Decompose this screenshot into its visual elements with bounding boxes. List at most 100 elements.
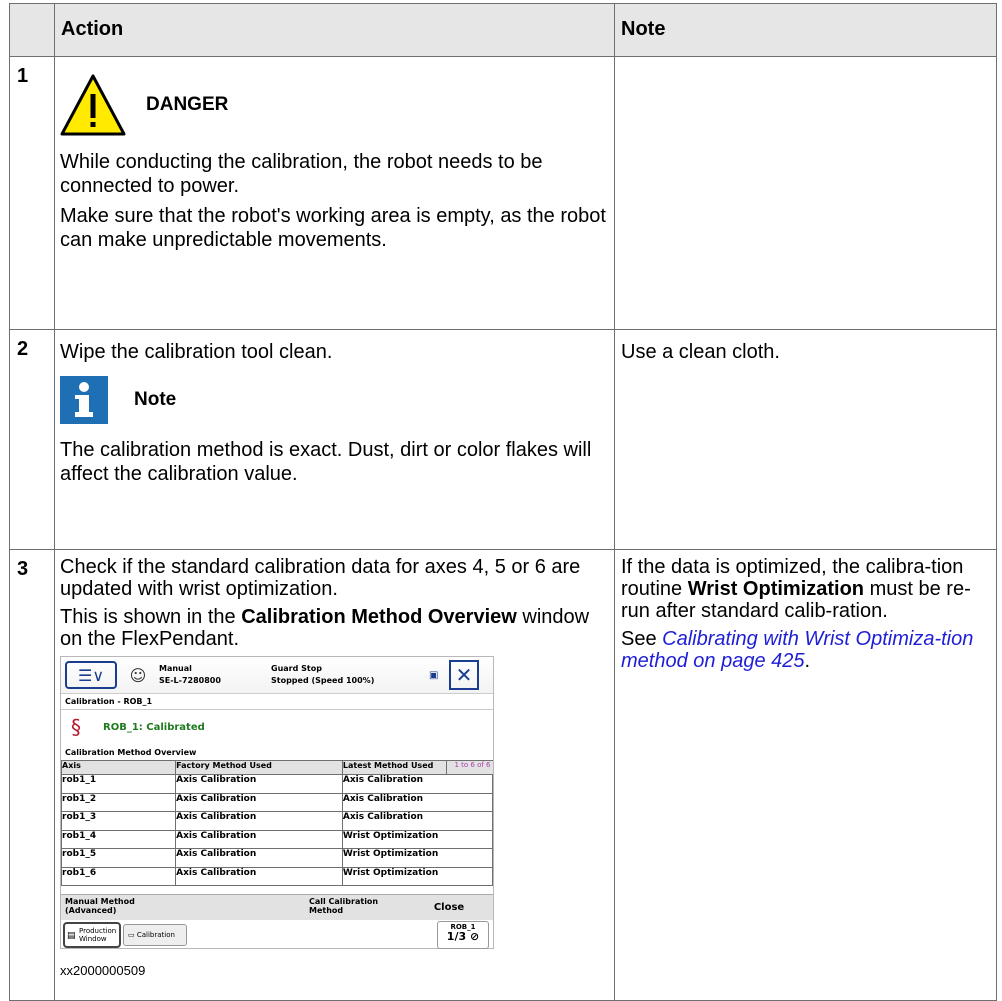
button-label: (Advanced) [65, 906, 117, 915]
step-action: Check if the standard calibration data f… [54, 549, 615, 1001]
fp-status-label: ROB_1: Calibrated [103, 721, 205, 733]
calibration-icon: ▭ [128, 931, 137, 939]
factory-cell: Axis Calibration [175, 811, 343, 831]
latest-cell: Axis Calibration [341, 792, 494, 812]
event-log-icon: ☺ [129, 665, 147, 685]
step-note: If the data is optimized, the calibra-ti… [614, 549, 997, 1001]
fp-mode: Manual SE-L-7280800 [159, 663, 255, 687]
button-label: Call Calibration [309, 897, 379, 906]
danger-label: DANGER [146, 93, 229, 115]
table-row: rob1_5 Axis Calibration Wrist Optimization [60, 848, 494, 868]
close-button: Close [433, 902, 465, 913]
step-text-2: This is shown in the Calibration Method … [60, 606, 608, 650]
table-row: rob1_4 Axis Calibration Wrist Optimization [60, 829, 494, 849]
quickset-icon: ⊘ [469, 930, 480, 943]
info-icon [60, 376, 108, 424]
fp-title-bar: ☰∨ ☺ Manual SE-L-7280800 Guard Stop Stop… [61, 657, 493, 694]
step-row-2: 2 Wipe the calibration tool clean. Note … [9, 329, 997, 550]
table-row: rob1_1 Axis Calibration Axis Calibration [60, 774, 494, 794]
warning-icon [60, 74, 126, 135]
danger-text-1: While conducting the calibration, the ro… [60, 151, 543, 197]
fp-status: § ROB_1: Calibrated [61, 710, 493, 744]
step-row-3: 3 Check if the standard calibration data… [9, 549, 997, 1001]
factory-cell: Axis Calibration [175, 792, 343, 812]
status-icon: ▣ [429, 669, 439, 681]
header-number [9, 3, 55, 57]
task-fraction-label: 1/3 [446, 930, 467, 943]
task-label: Calibration [136, 931, 175, 939]
fp-col-latest: Latest Method Used [341, 760, 447, 775]
note-text-1: If the data is optimized, the calibra-ti… [621, 556, 988, 622]
table-row: rob1_2 Axis Calibration Axis Calibration [60, 792, 494, 812]
fp-mode-label: Manual [159, 664, 192, 673]
axis-cell: rob1_4 [60, 829, 177, 849]
table-row: rob1_6 Axis Calibration Wrist Optimization [60, 866, 494, 886]
factory-cell: Axis Calibration [175, 774, 343, 794]
step-note: Use a clean cloth. [614, 329, 997, 550]
step-action: Wipe the calibration tool clean. Note Th… [54, 329, 615, 550]
step-action: DANGER While conducting the calibration,… [54, 56, 615, 330]
task-label: Production [79, 927, 117, 935]
fp-command-bar: Manual Method (Advanced) Call Calibration… [61, 894, 493, 920]
table-row: rob1_3 Axis Calibration Axis Calibration [60, 811, 494, 831]
axis-cell: rob1_6 [60, 866, 177, 886]
call-calibration-button: Call Calibration Method [279, 895, 409, 920]
danger-text-2: Make sure that the robot's working area … [60, 205, 606, 251]
axis-cell: rob1_1 [60, 774, 177, 794]
fp-axis-table: Axis Factory Method Used Latest Method U… [60, 760, 494, 886]
flexpendant-screenshot: ☰∨ ☺ Manual SE-L-7280800 Guard Stop Stop… [60, 656, 494, 949]
button-label: Manual Method [65, 897, 135, 906]
fp-controller-label: SE-L-7280800 [159, 676, 221, 685]
latest-cell: Axis Calibration [341, 774, 494, 794]
manual-method-button: Manual Method (Advanced) [61, 895, 279, 920]
fp-col-factory: Factory Method Used [175, 760, 343, 775]
fp-state: Guard Stop Stopped (Speed 100%) [271, 663, 421, 687]
note-label: Note [134, 389, 177, 410]
fp-taskbar: ▤ Production Window ▭ Calibration ROB_1 … [61, 920, 493, 950]
latest-cell: Wrist Optimization [341, 866, 494, 886]
text-run: This is shown in the [60, 606, 242, 628]
button-label: Method [309, 906, 344, 915]
text-run: See [621, 628, 663, 650]
note-text-2: See Calibrating with Wrist Optimiza-tion… [621, 628, 988, 672]
step-text: Check if the standard calibration data f… [60, 556, 581, 600]
task-label: Window [79, 935, 107, 943]
figure-caption: xx2000000509 [60, 963, 146, 978]
task-fraction: 1/3 ⊘ [438, 930, 488, 943]
axis-cell: rob1_2 [60, 792, 177, 812]
danger-callout: DANGER [60, 67, 608, 142]
fp-count: 1 to 6 of 6 [446, 760, 493, 775]
note-callout: Note [60, 376, 608, 424]
production-window-task: ▤ Production Window [63, 922, 121, 948]
quickset-button: ROB_1 1/3 ⊘ [437, 921, 489, 949]
fp-breadcrumb: Calibration - ROB_1 [61, 694, 493, 710]
cross-reference-link[interactable]: Calibrating with Wrist Optimiza-tion met… [621, 628, 973, 672]
fp-speed-label: Stopped (Speed 100%) [271, 676, 375, 685]
fp-state-label: Guard Stop [271, 664, 322, 673]
menu-icon: ☰∨ [65, 661, 117, 689]
fp-col-axis: Axis [60, 760, 177, 775]
close-icon: ✕ [449, 660, 479, 690]
note-cell-text: Use a clean cloth. [621, 341, 780, 363]
note-text: The calibration method is exact. Dust, d… [60, 439, 592, 485]
header-note: Note [614, 3, 997, 57]
production-icon: ▤ [67, 931, 76, 941]
step-number: 3 [9, 549, 55, 1001]
factory-cell: Axis Calibration [175, 866, 343, 886]
step-number: 2 [9, 329, 55, 550]
step-number: 1 [9, 56, 55, 330]
latest-cell: Wrist Optimization [341, 829, 494, 849]
latest-cell: Axis Calibration [341, 811, 494, 831]
text-run: . [804, 650, 811, 672]
calibration-task: ▭ Calibration [123, 924, 187, 946]
robot-icon: § [71, 715, 81, 739]
axis-cell: rob1_3 [60, 811, 177, 831]
axis-cell: rob1_5 [60, 848, 177, 868]
factory-cell: Axis Calibration [175, 848, 343, 868]
factory-cell: Axis Calibration [175, 829, 343, 849]
step-row-1: 1 DANGER While conducting the calibratio… [9, 56, 997, 330]
text-run-bold: Wrist Optimization [687, 578, 865, 600]
step-text: Wipe the calibration tool clean. [60, 341, 333, 363]
procedure-table: Action Note 1 DANGER While conducting th… [9, 3, 997, 1001]
text-run-bold: Calibration Method Overview [241, 606, 517, 628]
